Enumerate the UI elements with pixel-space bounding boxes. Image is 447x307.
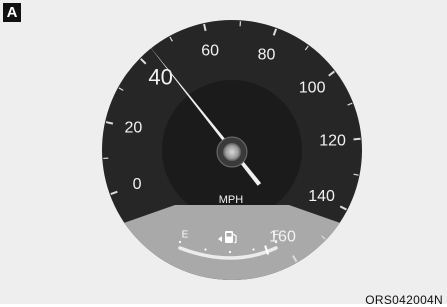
fuel-full-label: F bbox=[273, 230, 279, 241]
figure-badge: A bbox=[3, 3, 21, 22]
major-tick bbox=[354, 139, 361, 140]
needle-hub bbox=[223, 143, 241, 161]
speed-tick-label: 20 bbox=[124, 119, 142, 136]
fuel-gauge-panel bbox=[104, 205, 360, 290]
speed-tick-label: 120 bbox=[319, 132, 346, 149]
speed-unit-label: MPH bbox=[219, 194, 244, 206]
fuel-tick-dot bbox=[229, 251, 231, 253]
speed-tick-label: 40 bbox=[148, 64, 172, 89]
fuel-empty-label: E bbox=[182, 230, 189, 241]
speed-tick-label: 0 bbox=[133, 176, 142, 193]
figure-code: ORS042004N bbox=[365, 293, 443, 307]
fuel-tick-dot bbox=[252, 248, 254, 250]
speed-tick-label: 80 bbox=[258, 46, 276, 63]
speed-tick-label: 60 bbox=[201, 43, 219, 60]
instrument-cluster: 020406080100120140160 MPH E F bbox=[0, 0, 447, 304]
fuel-tick-dot bbox=[275, 241, 277, 243]
fuel-tick-dot bbox=[179, 241, 181, 243]
speed-tick-label: 100 bbox=[299, 80, 326, 97]
fuel-tick-dot bbox=[204, 248, 206, 250]
speed-tick-label: 140 bbox=[308, 188, 335, 205]
